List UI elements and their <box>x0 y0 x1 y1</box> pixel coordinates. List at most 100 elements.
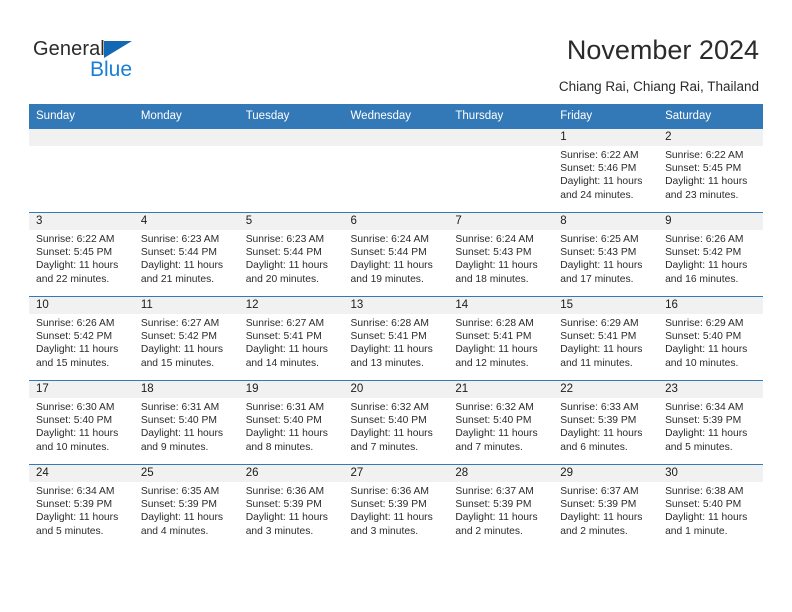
daylight-duration-line1: Daylight: 11 hours <box>560 428 643 440</box>
sunrise-time: Sunrise: 6:35 AM <box>140 486 220 497</box>
day-cell-empty <box>238 129 344 212</box>
calendar-day-cell[interactable]: 26 Sunrise: 6:36 AM Sunset: 5:39 PM Dayligh… <box>238 464 344 548</box>
calendar-day-cell[interactable]: 29 Sunrise: 6:37 AM Sunset: 5:39 PM Dayligh… <box>553 464 659 548</box>
day-number: 12 <box>238 297 344 314</box>
calendar-day-cell[interactable] <box>238 129 344 213</box>
day-cell-content: 27 Sunrise: 6:36 AM Sunset: 5:39 PM Dayligh… <box>343 465 449 548</box>
calendar-day-cell[interactable]: 28 Sunrise: 6:37 AM Sunset: 5:39 PM Dayligh… <box>448 464 554 548</box>
calendar-day-cell[interactable]: 18 Sunrise: 6:31 AM Sunset: 5:40 PM Dayligh… <box>133 380 239 465</box>
sunset-time: Sunset: 5:45 PM <box>36 247 113 259</box>
calendar-day-cell[interactable]: 22 Sunrise: 6:33 AM Sunset: 5:39 PM Dayligh… <box>553 380 659 465</box>
calendar-day-cell[interactable]: 27 Sunrise: 6:36 AM Sunset: 5:39 PM Dayligh… <box>343 464 449 548</box>
day-sun-info: Sunrise: 6:38 AM Sunset: 5:40 PM Daylight:… <box>658 482 763 538</box>
calendar-day-cell[interactable]: 3 Sunrise: 6:22 AM Sunset: 5:45 PM Daylight… <box>29 212 134 297</box>
weekday-header-thursday: Thursday <box>448 104 554 129</box>
calendar-day-cell[interactable]: 24 Sunrise: 6:34 AM Sunset: 5:39 PM Dayligh… <box>29 464 134 548</box>
calendar-day-cell[interactable]: 13 Sunrise: 6:28 AM Sunset: 5:41 PM Dayligh… <box>343 296 449 381</box>
sunset-time: Sunset: 5:40 PM <box>665 331 742 343</box>
calendar-day-cell[interactable]: 4 Sunrise: 6:23 AM Sunset: 5:44 PM Daylight… <box>133 212 239 297</box>
day-cell-content: 9 Sunrise: 6:26 AM Sunset: 5:42 PM Daylight… <box>658 213 763 296</box>
daylight-duration-line1: Daylight: 11 hours <box>350 428 433 440</box>
day-sun-info: Sunrise: 6:36 AM Sunset: 5:39 PM Daylight:… <box>239 482 344 538</box>
calendar-day-cell[interactable] <box>448 129 554 213</box>
daylight-duration-line1: Daylight: 11 hours <box>455 512 538 524</box>
sunset-time: Sunset: 5:41 PM <box>350 331 427 343</box>
day-cell-content: 1 Sunrise: 6:22 AM Sunset: 5:46 PM Daylight… <box>553 129 659 212</box>
calendar-day-cell[interactable]: 16 Sunrise: 6:29 AM Sunset: 5:40 PM Dayligh… <box>658 296 763 381</box>
sunrise-sunset-calendar: Sunday Monday Tuesday Wednesday Thursday… <box>29 104 763 548</box>
day-number: 10 <box>29 297 134 314</box>
daylight-duration-line2: and 7 minutes. <box>455 441 523 453</box>
calendar-day-cell[interactable]: 8 Sunrise: 6:25 AM Sunset: 5:43 PM Daylight… <box>553 212 659 297</box>
sunset-time: Sunset: 5:40 PM <box>36 415 113 427</box>
sunset-time: Sunset: 5:43 PM <box>560 247 637 259</box>
day-cell-content: 19 Sunrise: 6:31 AM Sunset: 5:40 PM Dayligh… <box>238 381 344 464</box>
day-number: 22 <box>553 381 659 398</box>
daylight-duration-line2: and 3 minutes. <box>245 525 314 537</box>
daylight-duration-line1: Daylight: 11 hours <box>560 176 643 188</box>
day-cell-content: 18 Sunrise: 6:31 AM Sunset: 5:40 PM Dayligh… <box>133 381 239 464</box>
sunset-time: Sunset: 5:44 PM <box>350 247 427 259</box>
daylight-duration-line2: and 1 minute. <box>665 525 728 537</box>
sunrise-time: Sunrise: 6:38 AM <box>665 486 744 497</box>
calendar-day-cell[interactable]: 12 Sunrise: 6:27 AM Sunset: 5:41 PM Dayligh… <box>238 296 344 381</box>
calendar-day-cell[interactable] <box>343 129 449 213</box>
general-blue-logo[interactable]: General Blue <box>33 38 153 84</box>
daylight-duration-line1: Daylight: 11 hours <box>560 344 643 356</box>
day-cell-content: 2 Sunrise: 6:22 AM Sunset: 5:45 PM Daylight… <box>658 129 763 212</box>
daylight-duration-line2: and 21 minutes. <box>140 273 215 285</box>
calendar-day-cell[interactable] <box>29 129 134 213</box>
calendar-day-cell[interactable]: 23 Sunrise: 6:34 AM Sunset: 5:39 PM Dayligh… <box>658 380 763 465</box>
weekday-header-wednesday: Wednesday <box>343 104 449 129</box>
calendar-day-cell[interactable]: 19 Sunrise: 6:31 AM Sunset: 5:40 PM Dayligh… <box>238 380 344 465</box>
day-cell-content: 15 Sunrise: 6:29 AM Sunset: 5:41 PM Dayligh… <box>553 297 659 380</box>
calendar-day-cell[interactable]: 15 Sunrise: 6:29 AM Sunset: 5:41 PM Dayligh… <box>553 296 659 381</box>
day-sun-info: Sunrise: 6:25 AM Sunset: 5:43 PM Daylight:… <box>553 230 658 286</box>
day-number: 18 <box>133 381 239 398</box>
page-title: November 2024 <box>566 35 759 65</box>
calendar-day-cell[interactable]: 1 Sunrise: 6:22 AM Sunset: 5:46 PM Daylight… <box>553 129 659 213</box>
calendar-day-cell[interactable]: 21 Sunrise: 6:32 AM Sunset: 5:40 PM Dayligh… <box>448 380 554 465</box>
sunset-time: Sunset: 5:43 PM <box>455 247 532 259</box>
day-cell-content: 10 Sunrise: 6:26 AM Sunset: 5:42 PM Dayligh… <box>29 297 134 380</box>
day-sun-info: Sunrise: 6:32 AM Sunset: 5:40 PM Daylight:… <box>448 398 553 454</box>
calendar-day-cell[interactable]: 9 Sunrise: 6:26 AM Sunset: 5:42 PM Daylight… <box>658 212 763 297</box>
day-cell-content: 12 Sunrise: 6:27 AM Sunset: 5:41 PM Dayligh… <box>238 297 344 380</box>
daylight-duration-line1: Daylight: 11 hours <box>245 428 328 440</box>
day-sun-info: Sunrise: 6:23 AM Sunset: 5:44 PM Daylight:… <box>239 230 344 286</box>
daylight-duration-line1: Daylight: 11 hours <box>36 344 119 356</box>
calendar-day-cell[interactable]: 25 Sunrise: 6:35 AM Sunset: 5:39 PM Dayligh… <box>133 464 239 548</box>
calendar-day-cell[interactable]: 6 Sunrise: 6:24 AM Sunset: 5:44 PM Daylight… <box>343 212 449 297</box>
calendar-day-cell[interactable]: 30 Sunrise: 6:38 AM Sunset: 5:40 PM Dayligh… <box>658 464 763 548</box>
calendar-day-cell[interactable]: 20 Sunrise: 6:32 AM Sunset: 5:40 PM Dayligh… <box>343 380 449 465</box>
calendar-day-cell[interactable]: 2 Sunrise: 6:22 AM Sunset: 5:45 PM Daylight… <box>658 129 763 213</box>
daylight-duration-line2: and 20 minutes. <box>245 273 319 285</box>
calendar-day-cell[interactable]: 7 Sunrise: 6:24 AM Sunset: 5:43 PM Daylight… <box>448 212 554 297</box>
weekday-header-tuesday: Tuesday <box>238 104 344 129</box>
sunset-time: Sunset: 5:40 PM <box>455 415 532 427</box>
day-cell-content: 30 Sunrise: 6:38 AM Sunset: 5:40 PM Dayligh… <box>658 465 763 548</box>
calendar-day-cell[interactable]: 5 Sunrise: 6:23 AM Sunset: 5:44 PM Daylight… <box>238 212 344 297</box>
daylight-duration-line1: Daylight: 11 hours <box>455 344 538 356</box>
day-sun-info: Sunrise: 6:30 AM Sunset: 5:40 PM Daylight:… <box>29 398 134 454</box>
calendar-week-row: 10 Sunrise: 6:26 AM Sunset: 5:42 PM Dayligh… <box>29 296 763 381</box>
day-sun-info: Sunrise: 6:31 AM Sunset: 5:40 PM Daylight:… <box>239 398 344 454</box>
day-sun-info: Sunrise: 6:26 AM Sunset: 5:42 PM Daylight:… <box>29 314 134 370</box>
daylight-duration-line2: and 6 minutes. <box>560 441 628 453</box>
daylight-duration-line2: and 17 minutes. <box>560 273 634 285</box>
daylight-duration-line2: and 22 minutes. <box>36 273 110 285</box>
sunset-time: Sunset: 5:40 PM <box>140 415 217 427</box>
day-number: 25 <box>133 465 239 482</box>
day-number: 23 <box>658 381 763 398</box>
calendar-day-cell[interactable]: 11 Sunrise: 6:27 AM Sunset: 5:42 PM Dayligh… <box>133 296 239 381</box>
calendar-day-cell[interactable]: 17 Sunrise: 6:30 AM Sunset: 5:40 PM Dayligh… <box>29 380 134 465</box>
calendar-day-cell[interactable] <box>133 129 239 213</box>
daylight-duration-line2: and 3 minutes. <box>350 525 419 537</box>
daylight-duration-line1: Daylight: 11 hours <box>665 176 748 188</box>
calendar-day-cell[interactable]: 10 Sunrise: 6:26 AM Sunset: 5:42 PM Dayligh… <box>29 296 134 381</box>
sunrise-time: Sunrise: 6:32 AM <box>455 402 534 413</box>
daylight-duration-line2: and 14 minutes. <box>245 357 319 369</box>
sunset-time: Sunset: 5:44 PM <box>245 247 322 259</box>
calendar-day-cell[interactable]: 14 Sunrise: 6:28 AM Sunset: 5:41 PM Dayligh… <box>448 296 554 381</box>
daylight-duration-line1: Daylight: 11 hours <box>140 344 224 356</box>
